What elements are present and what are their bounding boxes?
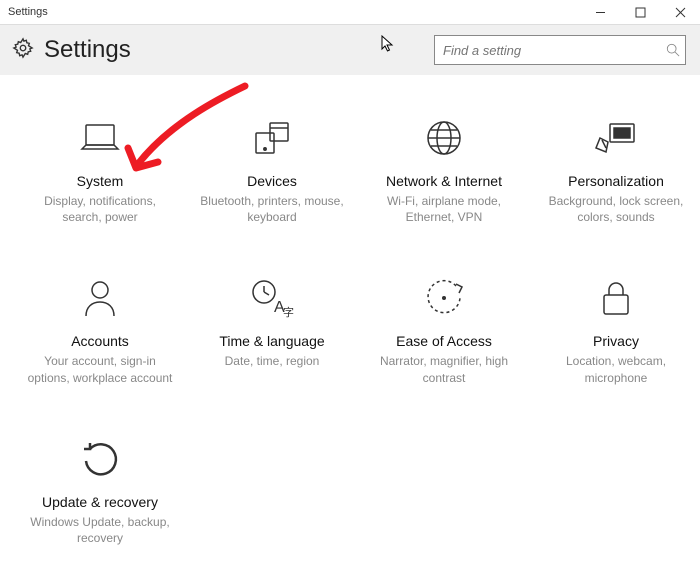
page-title: Settings (44, 36, 131, 64)
tile-devices[interactable]: Devices Bluetooth, printers, mouse, keyb… (192, 115, 352, 225)
ease-of-access-icon (424, 275, 464, 321)
tile-desc: Display, notifications, search, power (24, 193, 176, 225)
search-input[interactable] (435, 36, 661, 64)
tile-ease-of-access[interactable]: Ease of Access Narrator, magnifier, high… (364, 275, 524, 385)
titlebar: Settings (0, 0, 700, 25)
window-controls (580, 0, 700, 25)
settings-grid: System Display, notifications, search, p… (0, 75, 700, 546)
tile-title: Update & recovery (42, 494, 158, 510)
maximize-button[interactable] (620, 0, 660, 25)
tile-desc: Location, webcam, microphone (540, 353, 692, 385)
tile-desc: Date, time, region (225, 353, 320, 369)
globe-icon (424, 115, 464, 161)
titlebar-text: Settings (8, 6, 48, 18)
close-button[interactable] (660, 0, 700, 25)
header: Settings (0, 25, 700, 75)
tile-title: Personalization (568, 173, 664, 189)
tile-time-language[interactable]: A字 Time & language Date, time, region (192, 275, 352, 385)
tile-update-recovery[interactable]: Update & recovery Windows Update, backup… (20, 436, 180, 546)
update-icon (80, 436, 120, 482)
time-language-icon: A字 (250, 275, 294, 321)
tile-title: Ease of Access (396, 333, 492, 349)
tile-title: Privacy (593, 333, 639, 349)
personalization-icon (594, 115, 638, 161)
tile-privacy[interactable]: Privacy Location, webcam, microphone (536, 275, 696, 385)
svg-text:字: 字 (283, 305, 294, 318)
tile-desc: Background, lock screen, colors, sounds (540, 193, 692, 225)
devices-icon (250, 115, 294, 161)
tile-title: System (77, 173, 124, 189)
tile-personalization[interactable]: Personalization Background, lock screen,… (536, 115, 696, 225)
tile-title: Network & Internet (386, 173, 502, 189)
tile-network[interactable]: Network & Internet Wi-Fi, airplane mode,… (364, 115, 524, 225)
tile-title: Time & language (219, 333, 324, 349)
tile-desc: Narrator, magnifier, high contrast (368, 353, 520, 385)
person-icon (82, 275, 118, 321)
tile-desc: Bluetooth, printers, mouse, keyboard (196, 193, 348, 225)
gear-icon (12, 37, 34, 64)
tile-title: Accounts (71, 333, 129, 349)
minimize-button[interactable] (580, 0, 620, 25)
search-icon[interactable] (661, 43, 685, 57)
lock-icon (599, 275, 633, 321)
tile-title: Devices (247, 173, 297, 189)
tile-desc: Windows Update, backup, recovery (24, 514, 176, 546)
tile-desc: Wi-Fi, airplane mode, Ethernet, VPN (368, 193, 520, 225)
tile-accounts[interactable]: Accounts Your account, sign-in options, … (20, 275, 180, 385)
search-box[interactable] (434, 35, 686, 65)
tile-desc: Your account, sign-in options, workplace… (24, 353, 176, 385)
laptop-icon (78, 115, 122, 161)
tile-system[interactable]: System Display, notifications, search, p… (20, 115, 180, 225)
